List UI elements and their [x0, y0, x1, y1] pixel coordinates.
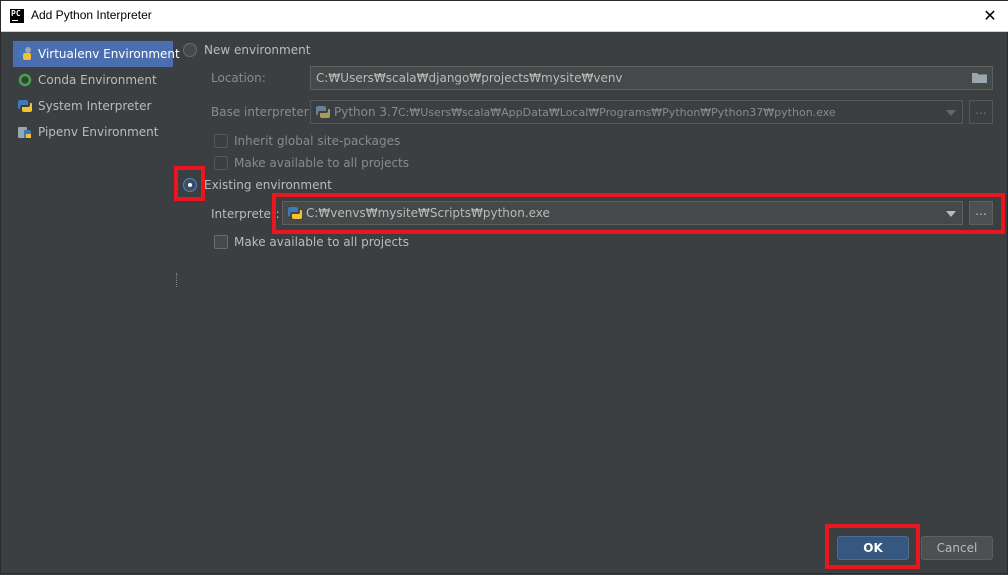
sidebar-item-system-interpreter[interactable]: System Interpreter	[13, 93, 173, 119]
sidebar-item-label: System Interpreter	[38, 99, 152, 113]
pycharm-logo-icon: PC	[10, 9, 24, 23]
base-interpreter-label: Base interpreter:	[211, 105, 313, 119]
conda-icon	[18, 73, 32, 87]
window-title: Add Python Interpreter	[31, 8, 152, 22]
location-field[interactable]: C:₩Users₩scala₩django₩projects₩mysite₩ve…	[310, 66, 993, 90]
location-value: C:₩Users₩scala₩django₩projects₩mysite₩ve…	[316, 71, 623, 85]
virtualenv-icon	[18, 47, 31, 60]
base-interpreter-browse-button[interactable]: ...	[969, 100, 993, 124]
existing-environment-radio[interactable]	[183, 178, 197, 192]
python-icon	[316, 106, 330, 118]
location-label: Location:	[211, 71, 266, 85]
environment-type-list: Virtualenv Environment Conda Environment…	[1, 32, 180, 575]
interpreter-label: Interpreter:	[211, 207, 280, 221]
base-interpreter-select[interactable]: Python 3.7 C:₩Users₩scala₩AppData₩Local₩…	[310, 100, 963, 124]
new-env-make-available-label: Make available to all projects	[234, 156, 410, 170]
existing-env-make-available-checkbox[interactable]	[214, 235, 228, 249]
sidebar-item-pipenv[interactable]: Pipenv Environment	[13, 119, 173, 145]
base-interpreter-name: Python 3.7	[334, 105, 399, 119]
interpreter-select[interactable]: C:₩venvs₩mysite₩Scripts₩python.exe	[282, 201, 963, 225]
sidebar-item-label: Conda Environment	[38, 73, 157, 87]
inherit-site-packages-label: Inherit global site-packages	[234, 134, 401, 148]
existing-environment-label: Existing environment	[204, 178, 332, 192]
chevron-down-icon	[946, 211, 956, 217]
sidebar-item-conda[interactable]: Conda Environment	[13, 67, 173, 93]
python-icon	[18, 100, 32, 112]
pipenv-icon	[18, 127, 31, 138]
folder-icon[interactable]	[972, 72, 987, 83]
inherit-site-packages-checkbox[interactable]	[214, 134, 228, 148]
chevron-down-icon	[946, 110, 956, 116]
title-bar: PC Add Python Interpreter ✕	[1, 1, 1008, 32]
base-interpreter-path: C:₩Users₩scala₩AppData₩Local₩Programs₩Py…	[398, 106, 836, 119]
existing-env-make-available-label: Make available to all projects	[234, 235, 410, 249]
sidebar-item-label: Virtualenv Environment	[38, 47, 180, 61]
interpreter-browse-button[interactable]: ...	[969, 201, 993, 225]
new-environment-radio[interactable]	[183, 43, 197, 57]
new-env-make-available-checkbox[interactable]	[214, 156, 228, 170]
cancel-button[interactable]: Cancel	[921, 536, 993, 560]
add-python-interpreter-dialog: PC Add Python Interpreter ✕ Virtualenv E…	[0, 0, 1008, 574]
sidebar-item-label: Pipenv Environment	[38, 125, 159, 139]
panel-splitter[interactable]	[176, 273, 179, 287]
interpreter-value: C:₩venvs₩mysite₩Scripts₩python.exe	[306, 206, 550, 220]
close-button[interactable]: ✕	[979, 5, 1001, 27]
sidebar-item-virtualenv[interactable]: Virtualenv Environment	[13, 41, 180, 67]
python-icon	[288, 207, 302, 219]
ok-button[interactable]: OK	[837, 536, 909, 560]
new-environment-label: New environment	[204, 43, 311, 57]
